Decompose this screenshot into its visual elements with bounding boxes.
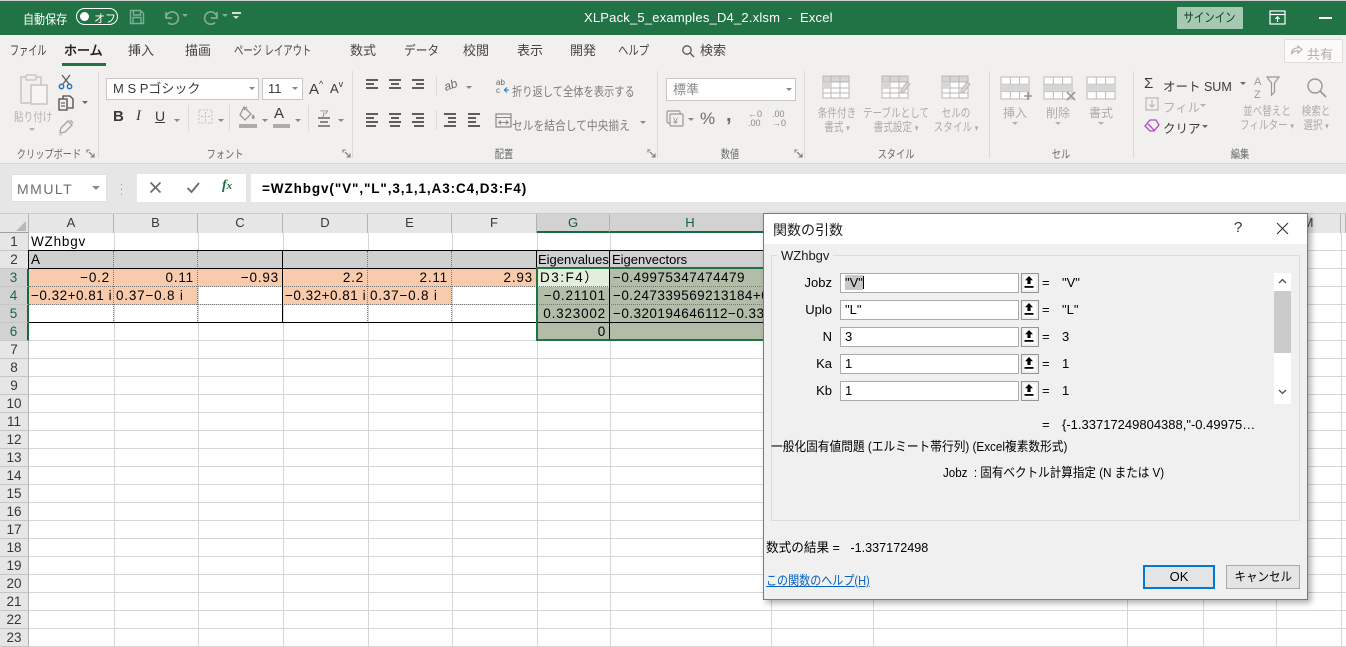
svg-text:c: c: [496, 86, 500, 94]
svg-text:A: A: [1254, 76, 1262, 88]
svg-text:¥: ¥: [672, 116, 679, 126]
svg-text:Z: Z: [1254, 89, 1261, 101]
